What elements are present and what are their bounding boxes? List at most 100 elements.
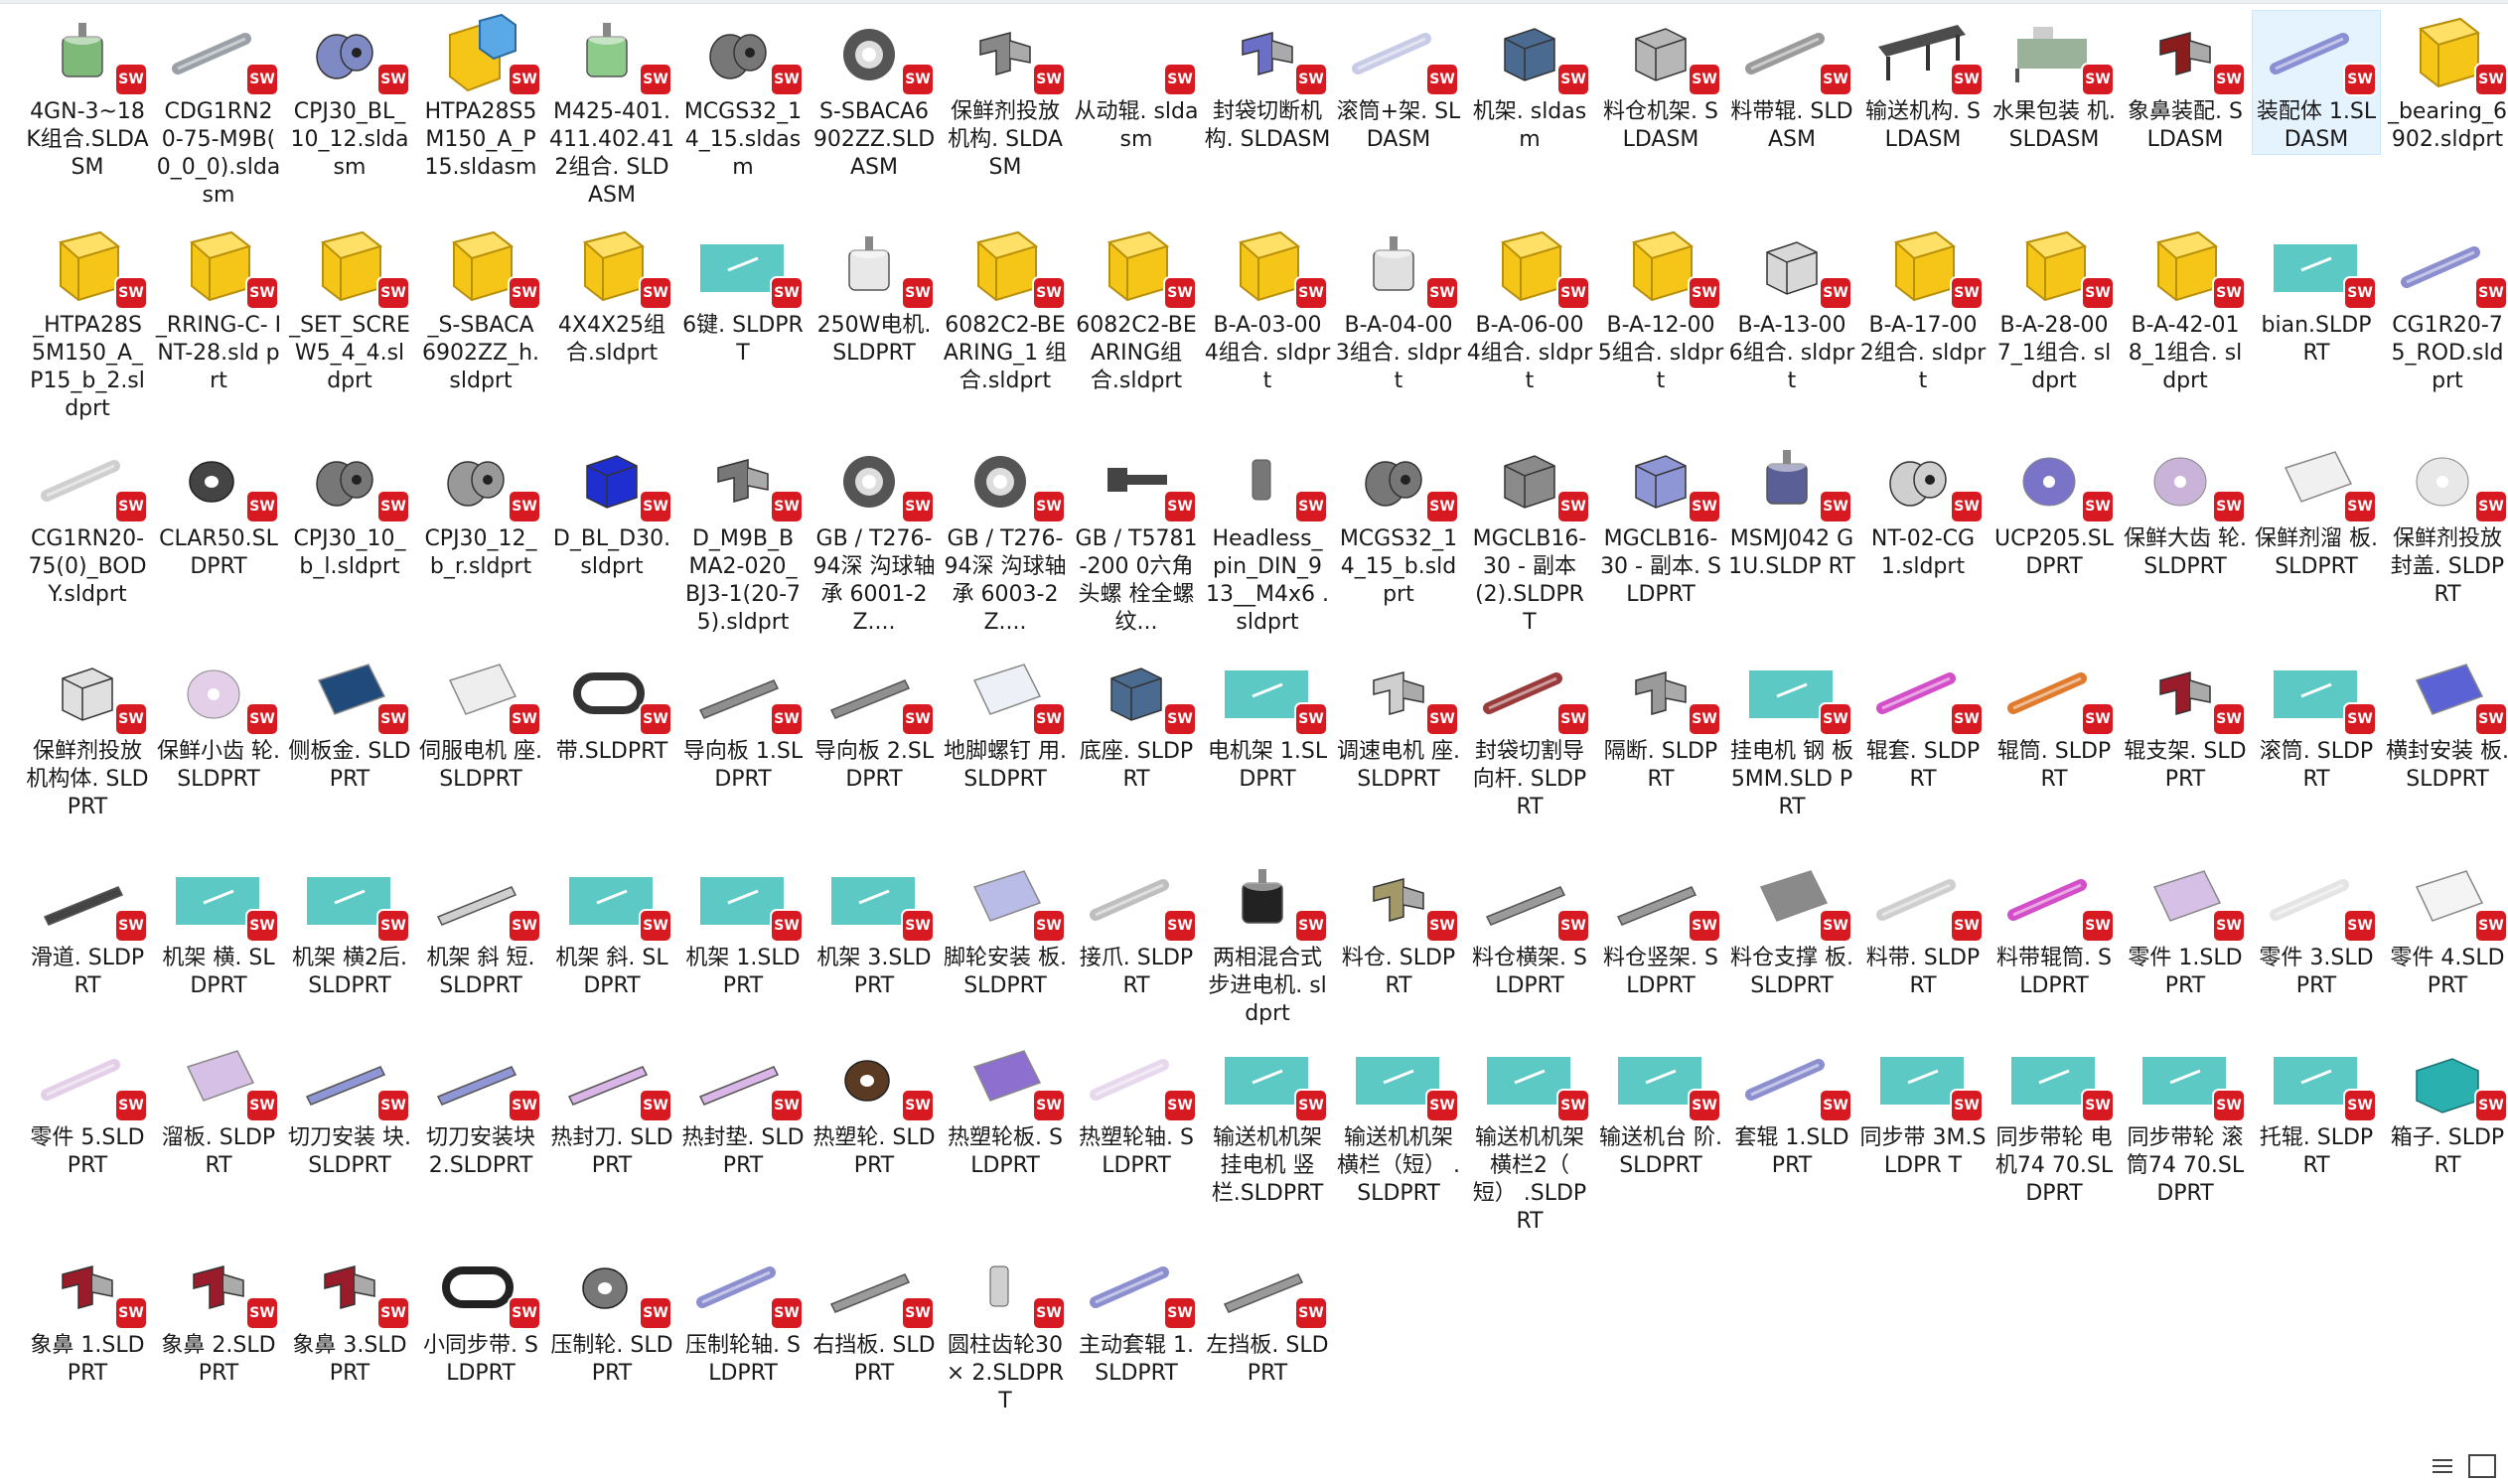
file-item[interactable]: SW 主动套辊 1.SLDPRT: [1072, 1244, 1201, 1389]
file-item[interactable]: SW 右挡板. SLDPRT: [810, 1244, 939, 1389]
file-item[interactable]: SW 滑道. SLDPRT: [23, 856, 152, 1001]
file-item[interactable]: SW 导向板 2.SLDPRT: [810, 650, 939, 795]
file-item[interactable]: SW 底座. SLDPRT: [1072, 650, 1201, 795]
file-item[interactable]: SW MCGS32_1 4_15.sldas m: [678, 10, 808, 183]
file-item[interactable]: SW 保鲜剂投放 机构体. SLDPRT: [23, 650, 152, 822]
file-item[interactable]: SW 辊套. SLDPRT: [1858, 650, 1988, 795]
file-grid[interactable]: SW 4GN-3~18 K组合.SLDASM SW CDG1RN2 0-75-M9B…: [0, 0, 2508, 1484]
file-item[interactable]: SW 象鼻装配. SLDASM: [2121, 10, 2250, 155]
file-item[interactable]: SW 压制轮轴. SLDPRT: [678, 1244, 808, 1389]
file-item[interactable]: SW 6082C2-BE ARING_1 组合.sldprt: [941, 223, 1070, 396]
file-item[interactable]: SW B-A-42-01 8_1组合. sldprt: [2121, 223, 2250, 396]
file-item[interactable]: SW S-SBACA6 902ZZ.SLD ASM: [810, 10, 939, 183]
file-item[interactable]: SW Headless_ pin_DIN_9 13__M4x6 .sldprt: [1203, 437, 1332, 638]
file-item[interactable]: SW 地脚螺钉 用.SLDPRT: [941, 650, 1070, 795]
large-icons-view-icon[interactable]: [2468, 1454, 2496, 1478]
file-item[interactable]: SW 同步带 3M.SLDPR T: [1858, 1036, 1988, 1181]
file-item[interactable]: SW 象鼻 3.SLDPRT: [285, 1244, 414, 1389]
file-item[interactable]: SW 零件 5.SLDPRT: [23, 1036, 152, 1181]
file-item[interactable]: SW 6键. SLDPRT: [678, 223, 808, 369]
file-item[interactable]: SW 水果包装 机. SLDASM: [1990, 10, 2119, 155]
file-item[interactable]: SW 套辊 1.SLDPRT: [1727, 1036, 1856, 1181]
file-item[interactable]: SW 象鼻 2.SLDPRT: [154, 1244, 283, 1389]
file-item[interactable]: SW 装配体 1.SLDASM: [2252, 10, 2381, 155]
file-item[interactable]: SW _SET_SCRE W5_4_4.sl dprt: [285, 223, 414, 396]
file-item[interactable]: SW M425-401. 411.402.41 2组合. SLDASM: [547, 10, 676, 211]
file-item[interactable]: SW 接爪. SLDPRT: [1072, 856, 1201, 1001]
file-item[interactable]: SW 圆柱齿轮30 × 2.SLDPRT: [941, 1244, 1070, 1416]
file-item[interactable]: SW UCP205.SL DPRT: [1990, 437, 2119, 582]
file-item[interactable]: SW 两相混合式 步进电机. sldprt: [1203, 856, 1332, 1029]
file-item[interactable]: SW 机架 横. SLDPRT: [154, 856, 283, 1001]
file-item[interactable]: SW D_M9B_B MA2-020_ BJ3-1(20-7 5).sldprt: [678, 437, 808, 638]
file-item[interactable]: SW 机架 3.SLDPRT: [810, 856, 939, 1001]
file-item[interactable]: SW 脚轮安装 板.SLDPRT: [941, 856, 1070, 1001]
file-item[interactable]: SW CDG1RN2 0-75-M9B( 0_0_0).slda sm: [154, 10, 283, 211]
file-item[interactable]: SW 保鲜剂投放 封盖. SLDPRT: [2383, 437, 2508, 610]
file-item[interactable]: SW 6082C2-BE ARING组 合.sldprt: [1072, 223, 1201, 396]
file-item[interactable]: SW 料仓支撑 板.SLDPRT: [1727, 856, 1856, 1001]
file-item[interactable]: SW 隔断. SLDPRT: [1596, 650, 1725, 795]
file-item[interactable]: SW 机架 斜 短. SLDPRT: [416, 856, 545, 1001]
file-item[interactable]: SW GB / T276-94深 沟球轴承 6003-2Z....: [941, 437, 1070, 638]
file-item[interactable]: SW 切刀安装 块.SLDPRT: [285, 1036, 414, 1181]
file-item[interactable]: SW B-A-12-00 5组合. sldprt: [1596, 223, 1725, 396]
file-item[interactable]: SW 横封安装 板.SLDPRT: [2383, 650, 2508, 795]
file-item[interactable]: SW 料带辊筒. SLDPRT: [1990, 856, 2119, 1001]
file-item[interactable]: SW 托辊. SLDPRT: [2252, 1036, 2381, 1181]
file-item[interactable]: SW 伺服电机 座.SLDPRT: [416, 650, 545, 795]
file-item[interactable]: SW 封袋切断机 构. SLDASM: [1203, 10, 1332, 155]
file-item[interactable]: SW 侧板金. SLDPRT: [285, 650, 414, 795]
file-item[interactable]: SW 热封垫. SLDPRT: [678, 1036, 808, 1181]
file-item[interactable]: SW 左挡板. SLDPRT: [1203, 1244, 1332, 1389]
file-item[interactable]: SW D_BL_D30. sldprt: [547, 437, 676, 582]
file-item[interactable]: SW 辊筒. SLDPRT: [1990, 650, 2119, 795]
file-item[interactable]: SW bian.SLDP RT: [2252, 223, 2381, 369]
file-item[interactable]: SW 封袋切割导 向杆. SLDPRT: [1465, 650, 1594, 822]
file-item[interactable]: SW CLAR50.SL DPRT: [154, 437, 283, 582]
file-item[interactable]: SW 热封刀. SLDPRT: [547, 1036, 676, 1181]
file-item[interactable]: SW 保鲜剂溜 板.SLDPRT: [2252, 437, 2381, 582]
file-item[interactable]: SW 同步带轮 滚筒74 70.SLDPRT: [2121, 1036, 2250, 1209]
file-item[interactable]: SW 输送机台 阶.SLDPRT: [1596, 1036, 1725, 1181]
file-item[interactable]: SW B-A-06-00 4组合. sldprt: [1465, 223, 1594, 396]
file-item[interactable]: SW GB / T5781-200 0六角头螺 栓全螺纹...: [1072, 437, 1201, 638]
details-view-icon[interactable]: [2429, 1454, 2456, 1478]
file-item[interactable]: SW GB / T276-94深 沟球轴承 6001-2Z....: [810, 437, 939, 638]
file-item[interactable]: SW 热塑轮. SLDPRT: [810, 1036, 939, 1181]
file-item[interactable]: SW 溜板. SLDPRT: [154, 1036, 283, 1181]
file-item[interactable]: SW 热塑轮板. SLDPRT: [941, 1036, 1070, 1181]
file-item[interactable]: SW HTPA28S5 M150_A_P 15.sldasm: [416, 10, 545, 183]
file-item[interactable]: SW _S-SBACA 6902ZZ_h. sldprt: [416, 223, 545, 396]
file-item[interactable]: SW 料带. SLDPRT: [1858, 856, 1988, 1001]
file-item[interactable]: SW 箱子. SLDPRT: [2383, 1036, 2508, 1181]
file-item[interactable]: SW MCGS32_1 4_15_b.sld prt: [1334, 437, 1463, 610]
file-item[interactable]: SW 辊支架. SLDPRT: [2121, 650, 2250, 795]
file-item[interactable]: SW 象鼻 1.SLDPRT: [23, 1244, 152, 1389]
file-item[interactable]: SW 机架 1.SLDPRT: [678, 856, 808, 1001]
file-item[interactable]: SW 零件 3.SLDPRT: [2252, 856, 2381, 1001]
file-item[interactable]: SW 4GN-3~18 K组合.SLDASM: [23, 10, 152, 183]
file-item[interactable]: SW B-A-03-00 4组合. sldprt: [1203, 223, 1332, 396]
file-item[interactable]: SW 机架. sldasm: [1465, 10, 1594, 155]
file-item[interactable]: SW 保鲜小齿 轮.SLDPRT: [154, 650, 283, 795]
file-item[interactable]: SW 滚筒. SLDPRT: [2252, 650, 2381, 795]
file-item[interactable]: SW 带.SLDPRT: [547, 650, 676, 767]
file-item[interactable]: SW B-A-04-00 3组合. sldprt: [1334, 223, 1463, 396]
file-item[interactable]: SW 滚筒+架. SLDASM: [1334, 10, 1463, 155]
file-item[interactable]: SW 零件 1.SLDPRT: [2121, 856, 2250, 1001]
file-item[interactable]: SW 4X4X25组 合.sldprt: [547, 223, 676, 369]
file-item[interactable]: SW NT-02-CG 1.sldprt: [1858, 437, 1988, 582]
file-item[interactable]: SW 挂电机 钢 板 5MM.SLD PRT: [1727, 650, 1856, 822]
file-item[interactable]: SW _HTPA28S 5M150_A_ P15_b_2.sl dprt: [23, 223, 152, 424]
file-item[interactable]: SW B-A-13-00 6组合. sldprt: [1727, 223, 1856, 396]
file-item[interactable]: SW 同步带轮 电机74 70.SLDPRT: [1990, 1036, 2119, 1209]
file-item[interactable]: SW 机架 横2后. SLDPRT: [285, 856, 414, 1001]
file-item[interactable]: SW 机架 斜. SLDPRT: [547, 856, 676, 1001]
file-item[interactable]: SW MGCLB16- 30 - 副本 (2).SLDPR T: [1465, 437, 1594, 638]
file-item[interactable]: SW MGCLB16- 30 - 副本. SLDPRT: [1596, 437, 1725, 610]
file-item[interactable]: SW 零件 4.SLDPRT: [2383, 856, 2508, 1001]
file-item[interactable]: SW 导向板 1.SLDPRT: [678, 650, 808, 795]
file-item[interactable]: SW 料仓机架. SLDASM: [1596, 10, 1725, 155]
file-item[interactable]: SW 电机架 1.SLDPRT: [1203, 650, 1332, 795]
